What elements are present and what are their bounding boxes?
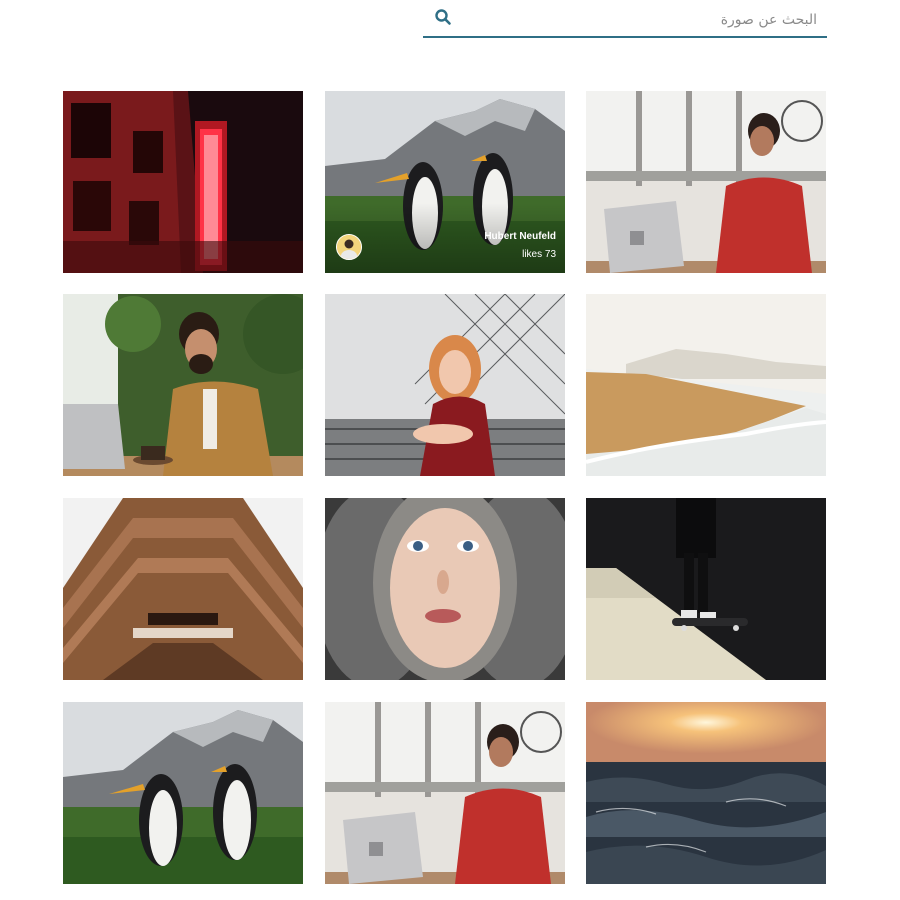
- photo-tile-woman-laptop[interactable]: [586, 91, 826, 273]
- avatar-image: [337, 235, 361, 259]
- photo-tile-penguins[interactable]: Hubert Neufeld likes 73: [325, 91, 565, 273]
- photo-tile-ocean-sunset[interactable]: [586, 702, 826, 884]
- neon-sign-photo: [63, 91, 303, 273]
- photo-tile-man-laptop[interactable]: [63, 294, 303, 476]
- brick-building-photo: [63, 498, 303, 680]
- photo-tile-brick-building[interactable]: [63, 498, 303, 680]
- redhead-fence-photo: [325, 294, 565, 476]
- photo-tile-misty-beach[interactable]: [586, 294, 826, 476]
- author-name[interactable]: Hubert Neufeld: [484, 231, 556, 242]
- photo-tile-skateboarder[interactable]: [586, 498, 826, 680]
- ocean-sunset-photo: [586, 702, 826, 884]
- woman-laptop-photo: [586, 91, 826, 273]
- likes-count: likes 73: [522, 249, 556, 260]
- photo-grid: Hubert Neufeld likes 73: [0, 0, 900, 900]
- avatar[interactable]: [336, 234, 362, 260]
- skateboarder-photo: [586, 498, 826, 680]
- misty-beach-photo: [586, 294, 826, 476]
- man-laptop-photo: [63, 294, 303, 476]
- photo-tile-freckled-face[interactable]: [325, 498, 565, 680]
- freckled-face-photo: [325, 498, 565, 680]
- penguins-photo-2: [63, 702, 303, 884]
- photo-tile-woman-laptop-2[interactable]: [325, 702, 565, 884]
- photo-tile-penguins-2[interactable]: [63, 702, 303, 884]
- photo-tile-redhead-fence[interactable]: [325, 294, 565, 476]
- woman-laptop-photo-2: [325, 702, 565, 884]
- photo-tile-neon-sign[interactable]: [63, 91, 303, 273]
- photo-hover-overlay: Hubert Neufeld likes 73: [325, 91, 565, 273]
